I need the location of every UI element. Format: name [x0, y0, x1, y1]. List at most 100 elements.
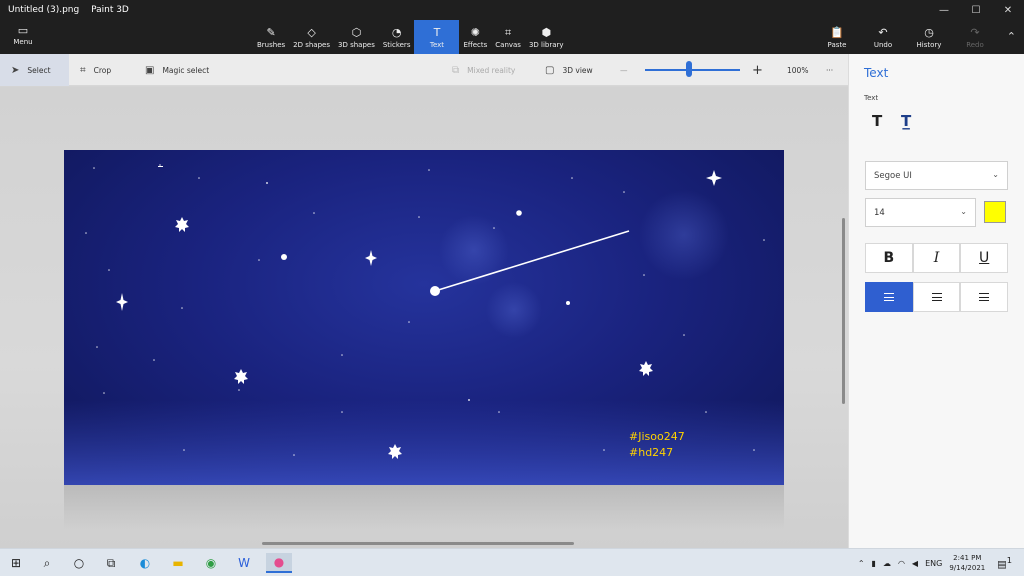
redo-button[interactable]: ↷ Redo [952, 20, 998, 54]
align-center-icon [931, 293, 942, 301]
collapse-ribbon-icon[interactable]: ⌃ [1007, 30, 1016, 43]
minimize-button[interactable]: — [928, 0, 960, 20]
zoom-in-button[interactable]: + [752, 54, 763, 86]
tool-text[interactable]: T Text [414, 20, 460, 54]
mixed-reality-icon: ⧉ [452, 64, 460, 76]
chevron-down-icon: ⌄ [992, 170, 999, 179]
text-color-swatch[interactable] [984, 201, 1006, 223]
align-right-button[interactable] [960, 282, 1009, 312]
3d-shapes-icon: ⬡ [351, 25, 362, 39]
3d-view-button[interactable]: ▢ 3D view [545, 54, 593, 86]
start-button-icon[interactable]: ⊞ [6, 553, 26, 573]
app-name: Paint 3D [91, 5, 129, 15]
underline-button[interactable]: U [960, 243, 1009, 273]
zoom-slider-handle[interactable] [685, 61, 692, 77]
history-icon: ◷ [924, 25, 934, 39]
2d-shapes-icon: ◇ [307, 25, 316, 39]
maximize-button[interactable]: ☐ [960, 0, 992, 20]
drawing-canvas[interactable]: #Jisoo247 #hd247 [64, 150, 784, 485]
language-indicator[interactable]: ENG [925, 559, 942, 568]
undo-icon: ↶ [878, 25, 888, 39]
menu-label: Menu [13, 38, 33, 46]
align-left-button[interactable] [865, 282, 913, 312]
magic-select-button[interactable]: ▣ Magic select [145, 54, 209, 86]
tray-chevron-icon[interactable]: ⌃ [858, 559, 865, 568]
undo-button[interactable]: ↶ Undo [860, 20, 906, 54]
panel-title: Text [864, 66, 889, 80]
search-icon[interactable]: ⌕ [37, 553, 57, 573]
magic-select-icon: ▣ [145, 64, 155, 76]
file-explorer-icon[interactable]: ▬ [168, 553, 188, 573]
edge-icon[interactable]: ◐ [135, 553, 155, 573]
paste-icon: 📋 [830, 25, 844, 39]
onedrive-icon[interactable]: ☁ [883, 559, 891, 568]
effects-icon: ✺ [470, 25, 480, 39]
align-center-button[interactable] [912, 282, 961, 312]
align-left-icon [883, 293, 894, 301]
canvas-text-tag2[interactable]: #hd247 [629, 446, 673, 459]
zoom-level: 100% [787, 65, 809, 75]
system-tray: ⌃ ▮ ☁ ◠ ◀ ENG 2:41 PM 9/14/2021 ▤1 [858, 549, 1024, 576]
cortana-icon[interactable]: ○ [69, 553, 89, 573]
tool-3d-shapes[interactable]: ⬡ 3D shapes [334, 20, 379, 54]
word-icon[interactable]: W [234, 553, 254, 573]
ribbon: Untitled (3).png Paint 3D — ☐ ✕ ▭ Menu ✎… [0, 0, 1024, 54]
paste-button[interactable]: 📋 Paste [814, 20, 860, 54]
bold-button[interactable]: B [865, 243, 913, 273]
3d-view-icon: ▢ [545, 64, 555, 76]
text-panel: Text Text T T̲ Segoe UI ⌄ 14 ⌄ B I U [848, 54, 1024, 548]
horizontal-scrollbar[interactable] [262, 542, 574, 545]
close-button[interactable]: ✕ [992, 0, 1024, 20]
cursor-icon: ➤ [11, 64, 20, 76]
zoom-slider-track[interactable] [645, 69, 740, 71]
3d-text-icon[interactable]: T̲ [901, 112, 911, 130]
redo-icon: ↷ [970, 25, 980, 39]
select-button[interactable]: ➤ Select [0, 54, 69, 86]
brush-icon: ✎ [266, 25, 276, 39]
taskbar: ⊞ ⌕ ○ ⧉ ◐ ▬ ◉ W ● ⌃ ▮ ☁ ◠ ◀ ENG 2:41 PM … [0, 548, 1024, 576]
paint3d-taskbar-icon[interactable]: ● [266, 553, 292, 573]
crop-icon: ⌗ [80, 64, 86, 76]
wifi-icon[interactable]: ◠ [898, 559, 905, 568]
2d-text-icon[interactable]: T [872, 112, 882, 130]
zoom-out-button[interactable]: — [620, 54, 628, 86]
italic-button[interactable]: I [912, 243, 961, 273]
stickers-icon: ◔ [391, 25, 402, 39]
chrome-icon[interactable]: ◉ [201, 553, 221, 573]
tool-2d-shapes[interactable]: ◇ 2D shapes [289, 20, 334, 54]
file-name: Untitled (3).png [8, 5, 80, 15]
notifications-icon[interactable]: ▤1 [997, 555, 1012, 570]
tool-canvas[interactable]: ⌗ Canvas [491, 20, 525, 54]
vertical-scrollbar[interactable] [842, 218, 845, 404]
chevron-down-icon: ⌄ [960, 207, 967, 216]
history-button[interactable]: ◷ History [906, 20, 952, 54]
window-controls: — ☐ ✕ [928, 0, 1024, 20]
title-bar: Untitled (3).png Paint 3D [8, 5, 138, 15]
clock[interactable]: 2:41 PM 9/14/2021 [949, 553, 985, 573]
mixed-reality-button[interactable]: ⧉ Mixed reality [452, 54, 515, 86]
folder-icon: ▭ [17, 24, 29, 37]
task-view-icon[interactable]: ⧉ [101, 553, 121, 573]
text-style-group: B I U [865, 243, 1009, 273]
tool-effects[interactable]: ✺ Effects [459, 20, 491, 54]
panel-section-label: Text [864, 94, 879, 102]
ribbon-right-tools: 📋 Paste ↶ Undo ◷ History ↷ Redo [814, 20, 998, 54]
microphone-icon[interactable]: ▮ [872, 559, 876, 568]
3d-library-icon: ⬢ [541, 25, 552, 39]
crop-button[interactable]: ⌗ Crop [80, 54, 111, 86]
tool-3d-library[interactable]: ⬢ 3D library [525, 20, 568, 54]
menu-button[interactable]: ▭ Menu [6, 24, 40, 50]
canvas-icon: ⌗ [505, 25, 512, 39]
font-size-dropdown[interactable]: 14 ⌄ [865, 198, 976, 227]
tool-brushes[interactable]: ✎ Brushes [253, 20, 289, 54]
volume-icon[interactable]: ◀ [912, 559, 918, 568]
font-family-dropdown[interactable]: Segoe UI ⌄ [865, 161, 1008, 190]
more-options-button[interactable]: ··· [826, 54, 833, 86]
text-align-group [865, 282, 1009, 312]
canvas-shadow [64, 485, 784, 530]
text-icon: T [433, 25, 441, 39]
canvas-text-tag1[interactable]: #Jisoo247 [629, 430, 685, 443]
align-right-icon [979, 293, 990, 301]
tool-stickers[interactable]: ◔ Stickers [379, 20, 415, 54]
ribbon-tools: ✎ Brushes ◇ 2D shapes ⬡ 3D shapes ◔ Stickers T Te… [253, 20, 568, 54]
